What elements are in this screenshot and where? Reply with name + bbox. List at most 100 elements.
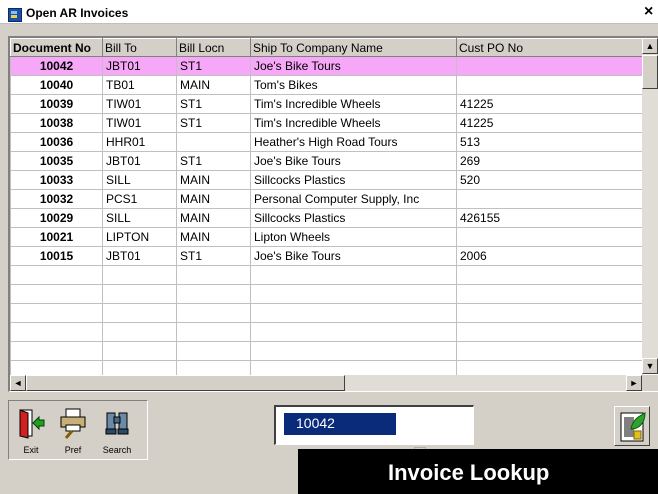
table-cell[interactable]: JBT01 (102, 246, 177, 266)
table-row[interactable]: 10038 TIW01 ST1 Tim's Incredible Wheels 4122… (10, 113, 643, 133)
table-cell[interactable] (102, 341, 177, 361)
table-cell[interactable]: 426155 (456, 208, 643, 228)
table-row[interactable] (10, 265, 643, 285)
table-cell[interactable]: MAIN (176, 189, 251, 209)
table-cell[interactable]: Sillcocks Plastics (250, 170, 457, 190)
table-row[interactable] (10, 303, 643, 323)
table-cell[interactable]: Tim's Incredible Wheels (250, 113, 457, 133)
table-cell[interactable]: Lipton Wheels (250, 227, 457, 247)
table-row[interactable]: 10015 JBT01 ST1 Joe's Bike Tours 2006 (10, 246, 643, 266)
table-cell[interactable] (456, 75, 643, 95)
table-cell[interactable]: 10035 (10, 151, 103, 171)
scroll-right-button[interactable]: ► (626, 375, 642, 391)
table-cell[interactable]: 10039 (10, 94, 103, 114)
table-cell[interactable]: HHR01 (102, 132, 177, 152)
table-cell[interactable]: 10033 (10, 170, 103, 190)
column-header-cust-po[interactable]: Cust PO No (456, 38, 643, 57)
column-header-bill-locn[interactable]: Bill Locn (176, 38, 251, 57)
horizontal-scroll-thumb[interactable] (26, 375, 345, 391)
table-cell[interactable] (102, 322, 177, 342)
table-cell[interactable]: LIPTON (102, 227, 177, 247)
table-cell[interactable] (456, 189, 643, 209)
table-cell[interactable]: 10021 (10, 227, 103, 247)
table-cell[interactable]: TIW01 (102, 113, 177, 133)
table-row[interactable]: 10035 JBT01 ST1 Joe's Bike Tours 269 (10, 151, 643, 171)
table-cell[interactable]: 10029 (10, 208, 103, 228)
table-cell[interactable]: 10036 (10, 132, 103, 152)
lookup-field[interactable]: 10042 (274, 405, 474, 445)
table-cell[interactable]: 10015 (10, 246, 103, 266)
table-cell[interactable]: TIW01 (102, 94, 177, 114)
table-cell[interactable]: 513 (456, 132, 643, 152)
scroll-left-button[interactable]: ◄ (10, 375, 26, 391)
table-cell[interactable]: ST1 (176, 94, 251, 114)
scroll-up-button[interactable]: ▲ (642, 38, 658, 54)
table-cell[interactable] (102, 265, 177, 285)
table-cell[interactable]: ST1 (176, 113, 251, 133)
pref-button[interactable]: Pref (57, 405, 89, 455)
table-cell[interactable] (10, 322, 103, 342)
table-cell[interactable] (456, 56, 643, 76)
table-cell[interactable] (176, 284, 251, 304)
table-cell[interactable] (456, 265, 643, 285)
column-header-document-no[interactable]: Document No (10, 38, 103, 57)
table-cell[interactable]: PCS1 (102, 189, 177, 209)
table-cell[interactable]: SILL (102, 208, 177, 228)
search-button[interactable]: Search (101, 405, 133, 455)
table-cell[interactable] (102, 284, 177, 304)
table-cell[interactable] (10, 303, 103, 323)
table-cell[interactable] (176, 265, 251, 285)
table-cell[interactable]: MAIN (176, 227, 251, 247)
table-row[interactable] (10, 322, 643, 342)
table-cell[interactable]: MAIN (176, 75, 251, 95)
table-row[interactable]: 10042 JBT01 ST1 Joe's Bike Tours (10, 56, 643, 76)
table-cell[interactable]: 2006 (456, 246, 643, 266)
table-row[interactable]: 10029 SILL MAIN Sillcocks Plastics 426155 (10, 208, 643, 228)
exit-button[interactable]: Exit (15, 405, 47, 455)
table-cell[interactable] (176, 132, 251, 152)
vertical-scroll-thumb[interactable] (642, 55, 658, 89)
table-cell[interactable] (456, 284, 643, 304)
horizontal-scrollbar[interactable]: ◄ ► (10, 375, 642, 391)
table-cell[interactable]: MAIN (176, 170, 251, 190)
table-cell[interactable] (456, 322, 643, 342)
table-cell[interactable]: 10032 (10, 189, 103, 209)
table-cell[interactable]: TB01 (102, 75, 177, 95)
table-cell[interactable]: ST1 (176, 56, 251, 76)
table-cell[interactable]: SILL (102, 170, 177, 190)
table-cell[interactable]: ST1 (176, 246, 251, 266)
table-row[interactable] (10, 284, 643, 304)
table-cell[interactable]: Joe's Bike Tours (250, 56, 457, 76)
table-cell[interactable]: 10040 (10, 75, 103, 95)
table-row[interactable]: 10040 TB01 MAIN Tom's Bikes (10, 75, 643, 95)
table-cell[interactable]: 520 (456, 170, 643, 190)
table-row[interactable]: 10032 PCS1 MAIN Personal Computer Supply, I… (10, 189, 643, 209)
table-cell[interactable]: 41225 (456, 113, 643, 133)
table-cell[interactable]: 10038 (10, 113, 103, 133)
table-cell[interactable] (250, 303, 457, 323)
table-cell[interactable]: ST1 (176, 151, 251, 171)
table-row[interactable]: 10039 TIW01 ST1 Tim's Incredible Wheels 4122… (10, 94, 643, 114)
table-cell[interactable] (102, 303, 177, 323)
table-cell[interactable] (456, 227, 643, 247)
column-header-bill-to[interactable]: Bill To (102, 38, 177, 57)
table-cell[interactable]: Tom's Bikes (250, 75, 457, 95)
table-row[interactable] (10, 341, 643, 361)
table-cell[interactable]: 10042 (10, 56, 103, 76)
table-cell[interactable] (250, 265, 457, 285)
table-cell[interactable]: Personal Computer Supply, Inc (250, 189, 457, 209)
table-cell[interactable] (10, 341, 103, 361)
table-cell[interactable]: JBT01 (102, 56, 177, 76)
table-cell[interactable] (176, 341, 251, 361)
table-cell[interactable] (250, 322, 457, 342)
document-button[interactable] (614, 406, 650, 446)
table-cell[interactable]: Heather's High Road Tours (250, 132, 457, 152)
table-cell[interactable]: Sillcocks Plastics (250, 208, 457, 228)
table-cell[interactable] (176, 303, 251, 323)
table-cell[interactable]: 269 (456, 151, 643, 171)
close-button[interactable]: × (644, 4, 653, 20)
table-cell[interactable] (456, 341, 643, 361)
table-row[interactable]: 10036 HHR01 Heather's High Road Tours 513 (10, 132, 643, 152)
table-cell[interactable]: JBT01 (102, 151, 177, 171)
table-cell[interactable]: Tim's Incredible Wheels (250, 94, 457, 114)
